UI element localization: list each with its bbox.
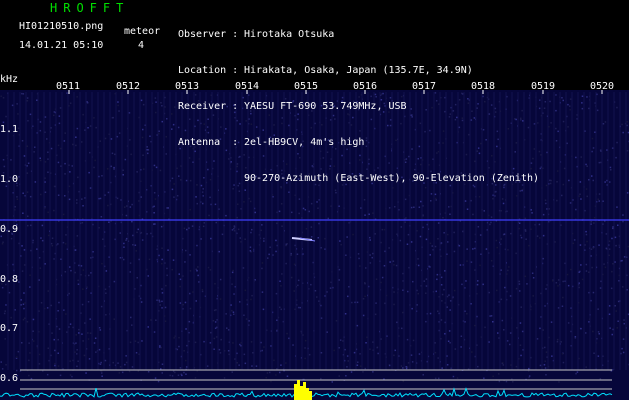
x-tick-label: 0520 [590, 81, 615, 92]
meteor-count: 4 [138, 40, 145, 51]
observer-label: Observer : [178, 29, 239, 40]
x-tick-label: 0513 [175, 81, 200, 92]
app-title: HROFFT [50, 1, 130, 15]
y-tick-label: 0.7 [0, 323, 19, 334]
x-tick-label: 0517 [412, 81, 437, 92]
x-tick-label: 0516 [353, 81, 378, 92]
station-info-values: Hirotaka Otsuka Hirakata, Osaka, Japan (… [244, 5, 539, 197]
antenna-orientation-value: 90-270-Azimuth (East-West), 90-Elevation… [244, 173, 540, 184]
location-value: Hirakata, Osaka, Japan (135.7E, 34.9N) [244, 65, 473, 76]
receiver-value: YAESU FT-690 53.749MHz, USB [244, 101, 407, 112]
x-tick-label: 0512 [116, 81, 141, 92]
y-tick-label: 1.1 [0, 124, 19, 135]
observer-value: Hirotaka Otsuka [244, 29, 335, 40]
y-tick-label: 0.6 [0, 373, 19, 384]
filename-label: HI01210510.png [19, 21, 104, 32]
y-axis-unit: kHz [0, 74, 19, 85]
location-label: Location : [178, 65, 239, 76]
y-tick-label: 1.0 [0, 174, 19, 185]
x-tick-label: 0514 [235, 81, 260, 92]
x-tick-label: 0515 [294, 81, 319, 92]
receiver-label: Receiver : [178, 101, 239, 112]
x-tick-label: 0519 [531, 81, 556, 92]
meteor-label: meteor [124, 26, 161, 37]
antenna-value: 2el-HB9CV, 4m's high [244, 137, 365, 148]
y-tick-label: 0.9 [0, 224, 19, 235]
x-tick-label: 0518 [471, 81, 496, 92]
y-tick-label: 0.8 [0, 274, 19, 285]
antenna-label: Antenna : [178, 137, 239, 148]
x-tick-label: 0511 [56, 81, 81, 92]
datetime-label: 14.01.21 05:10 [19, 40, 104, 51]
